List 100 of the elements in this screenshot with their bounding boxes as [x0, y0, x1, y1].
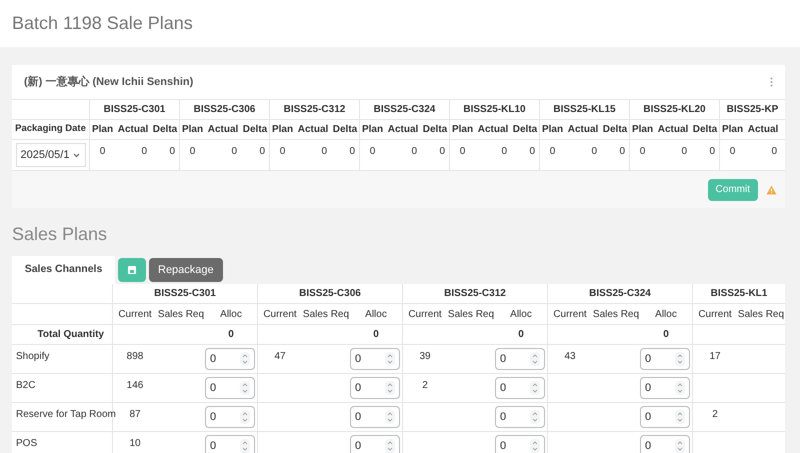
column-header: BISS25-C324	[374, 103, 436, 117]
date-select[interactable]: 2025/05/1	[16, 143, 86, 167]
spinner-icon[interactable]	[675, 352, 685, 366]
column-header: Delta	[332, 123, 358, 137]
spinner-icon[interactable]	[240, 439, 250, 453]
quantity-input[interactable]: 0	[640, 435, 690, 453]
column-header: Current	[408, 308, 442, 322]
save-icon	[128, 266, 136, 274]
column-header: Actual	[478, 123, 508, 137]
spinner-icon[interactable]	[530, 352, 540, 366]
column-header: Delta	[692, 123, 718, 137]
quantity-input[interactable]: 0	[495, 348, 545, 370]
table-cell-text: 0	[501, 145, 507, 159]
total-value: 0	[518, 328, 524, 342]
table-cell-text: 10	[129, 437, 141, 451]
table-cell-text: 0	[231, 145, 237, 159]
quantity-input[interactable]: 0	[350, 377, 400, 399]
table-cell-text: 0	[460, 145, 466, 159]
table-cell-text: 0	[640, 145, 646, 159]
column-header: Actual	[658, 123, 688, 137]
quantity-input[interactable]: 0	[640, 406, 690, 428]
chevron-down-icon	[73, 152, 80, 158]
table-cell-text: 17	[709, 350, 721, 364]
column-header: Actual	[748, 123, 778, 137]
quantity-input[interactable]: 0	[495, 377, 545, 399]
column-header: BISS25-KL1	[710, 287, 768, 301]
save-button[interactable]	[118, 258, 146, 282]
quantity-input[interactable]: 0	[205, 377, 255, 399]
spinner-icon[interactable]	[385, 410, 395, 424]
quantity-input[interactable]: 0	[640, 377, 690, 399]
column-header: BISS25-C301	[154, 287, 216, 301]
quantity-input[interactable]: 0	[350, 435, 400, 453]
spinner-icon[interactable]	[240, 381, 250, 395]
table-cell-text: 2	[422, 379, 428, 393]
table-cell-text: 0	[681, 145, 687, 159]
column-header: Plan	[362, 123, 384, 137]
table-cell-text: 0	[709, 145, 715, 159]
column-header: Plan	[632, 123, 654, 137]
table-cell-text: 0	[141, 145, 147, 159]
table-cell-text: 43	[564, 350, 576, 364]
column-header: Alloc	[220, 308, 242, 322]
spinner-icon[interactable]	[530, 439, 540, 453]
table-cell-text: 0	[591, 145, 597, 159]
column-header: Alloc	[510, 308, 532, 322]
sales-channels-tab[interactable]: Sales Channels	[12, 256, 115, 284]
table-cell-text: 0	[280, 145, 286, 159]
column-header: BISS25-KL10	[463, 103, 526, 117]
table-cell-text: 0	[169, 145, 175, 159]
total-value: 0	[663, 328, 669, 342]
column-header: BISS25-KP	[726, 103, 778, 117]
table-cell-text: 87	[129, 408, 141, 422]
table-cell-text: 0	[411, 145, 417, 159]
column-header: BISS25-KL15	[553, 103, 616, 117]
spinner-icon[interactable]	[240, 352, 250, 366]
spinner-icon[interactable]	[530, 381, 540, 395]
table-cell-text: 0	[321, 145, 327, 159]
column-header: Plan	[272, 123, 294, 137]
spinner-icon[interactable]	[675, 439, 685, 453]
row-header: Shopify	[16, 351, 50, 362]
column-header: BISS25-C312	[444, 287, 506, 301]
spinner-icon[interactable]	[675, 410, 685, 424]
quantity-input[interactable]: 0	[205, 348, 255, 370]
total-value: 0	[373, 328, 379, 342]
column-header: Delta	[422, 123, 448, 137]
repackage-button[interactable]: Repackage	[149, 258, 223, 282]
quantity-input[interactable]: 0	[350, 406, 400, 428]
table-cell-text: 0	[550, 145, 556, 159]
table-cell-text: 39	[419, 350, 431, 364]
column-header: Current	[263, 308, 297, 322]
column-header: Sales Req	[448, 308, 494, 322]
quantity-input[interactable]: 0	[350, 348, 400, 370]
spinner-icon[interactable]	[675, 381, 685, 395]
column-header: BISS25-C312	[284, 103, 346, 117]
column-header: Plan	[182, 123, 204, 137]
spinner-icon[interactable]	[530, 410, 540, 424]
table-cell-text: 0	[190, 145, 196, 159]
table-cell-text: 0	[370, 145, 376, 159]
kebab-menu-icon[interactable]	[770, 77, 773, 87]
quantity-input[interactable]: 0	[205, 435, 255, 453]
spinner-icon[interactable]	[385, 381, 395, 395]
spinner-icon[interactable]	[385, 439, 395, 453]
table-cell-text: 146	[126, 379, 144, 393]
quantity-input[interactable]: 0	[640, 348, 690, 370]
column-header: Actual	[298, 123, 328, 137]
column-header: Delta	[152, 123, 178, 137]
table-cell-text: 0	[730, 145, 736, 159]
quantity-input[interactable]: 0	[495, 406, 545, 428]
column-header: Actual	[118, 123, 148, 137]
column-header: Delta	[512, 123, 538, 137]
column-header: BISS25-C306	[299, 287, 361, 301]
table-cell-text: 0	[619, 145, 625, 159]
quantity-input[interactable]: 0	[495, 435, 545, 453]
spinner-icon[interactable]	[385, 352, 395, 366]
column-header: BISS25-C324	[589, 287, 651, 301]
table-cell-text: 0	[771, 145, 777, 159]
spinner-icon[interactable]	[240, 410, 250, 424]
row-header: Total Quantity	[38, 328, 104, 342]
quantity-input[interactable]: 0	[205, 406, 255, 428]
table-cell-text: 2	[712, 408, 718, 422]
column-header: BISS25-C306	[194, 103, 256, 117]
